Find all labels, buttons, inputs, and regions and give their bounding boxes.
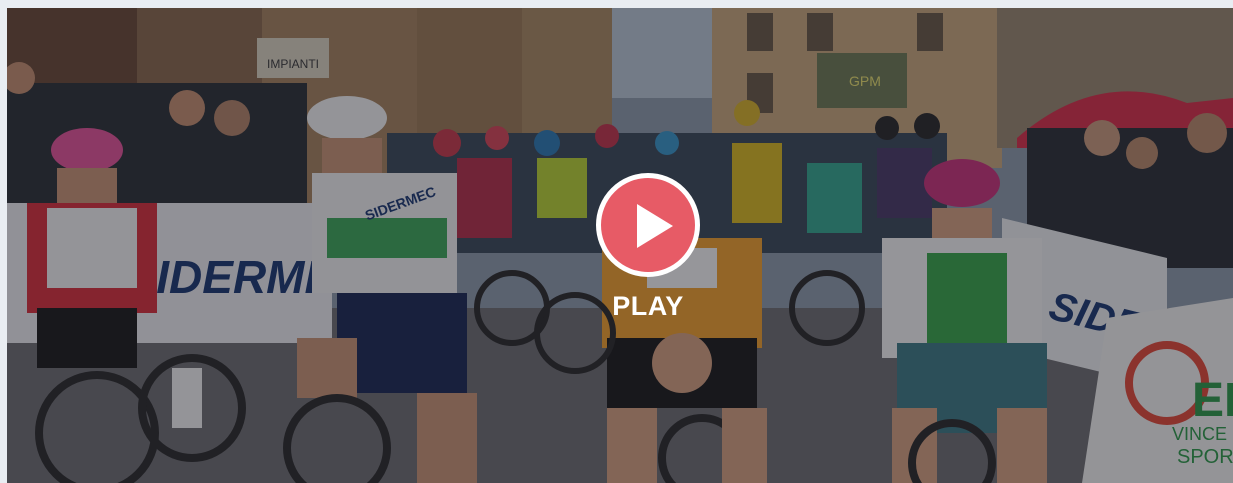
play-button[interactable] — [596, 173, 700, 277]
video-player[interactable]: IMPIANTI GPM SIDERMEC E VINCE SPOR SIDER… — [7, 8, 1233, 483]
play-label[interactable]: PLAY — [592, 291, 704, 322]
play-control[interactable]: PLAY — [592, 173, 704, 322]
page-frame: IMPIANTI GPM SIDERMEC E VINCE SPOR SIDER… — [0, 0, 1233, 483]
play-icon — [637, 204, 673, 248]
